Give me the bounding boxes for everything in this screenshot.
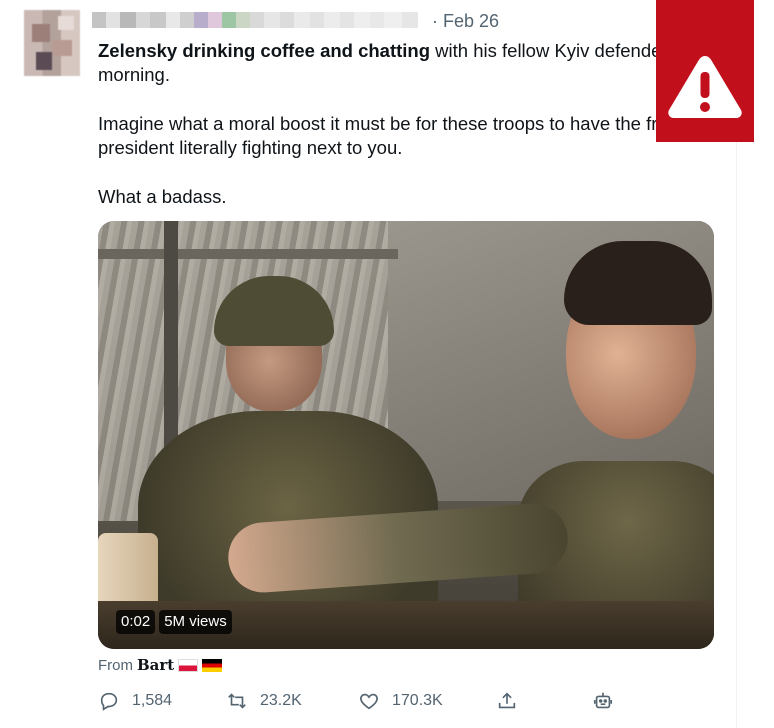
warning-overlay	[656, 0, 754, 142]
video-duration: 0:02	[116, 610, 156, 634]
tweet-source: From Bart	[98, 656, 223, 674]
tweet-text-line-3: Imagine what a moral boost it must be fo…	[98, 113, 658, 134]
like-count: 170.3K	[392, 692, 443, 709]
reply-button[interactable]: 1,584	[98, 690, 172, 712]
reply-count: 1,584	[132, 692, 173, 709]
germany-flag-icon	[202, 658, 223, 672]
tweet[interactable]: · Feb 26 Zelensky drinking coffee and ch…	[0, 0, 774, 728]
video-player[interactable]	[98, 221, 714, 649]
retweet-button[interactable]: 23.2K	[226, 690, 302, 712]
avatar[interactable]	[24, 10, 80, 76]
source-app[interactable]: Bart	[137, 656, 174, 674]
share-button[interactable]	[496, 690, 518, 712]
retweet-icon	[228, 693, 246, 709]
tweet-text-line-4: president literally fighting next to you…	[98, 137, 403, 158]
tweet-date[interactable]: · Feb 26	[432, 11, 499, 32]
author-name-blurred[interactable]	[92, 12, 430, 28]
like-button[interactable]: 170.3K	[358, 690, 443, 712]
like-icon	[360, 693, 378, 710]
warning-icon	[668, 56, 742, 118]
share-icon	[498, 692, 516, 709]
tweet-text-rest: with his fellow Kyiv defender	[430, 40, 658, 61]
video-views: 5M views	[159, 610, 232, 634]
tweet-text-line-1: Zelensky drinking coffee and chatting wi…	[98, 38, 658, 63]
tweet-text-bold: Zelensky drinking coffee and chatting	[98, 40, 431, 61]
tweet-text-line-2: morning.	[98, 64, 170, 85]
retweet-count: 23.2K	[260, 692, 302, 709]
bot-button[interactable]	[592, 690, 614, 712]
tweet-actions: 1,584 23.2K 170.3K	[98, 690, 638, 720]
poland-flag-icon	[178, 658, 199, 672]
video-info-badge: 0:02 5M views	[116, 610, 232, 634]
tweet-text-line-5: What a badass.	[98, 186, 227, 207]
reply-icon	[100, 692, 118, 711]
bot-icon	[593, 692, 613, 709]
source-prefix: From	[98, 656, 133, 674]
